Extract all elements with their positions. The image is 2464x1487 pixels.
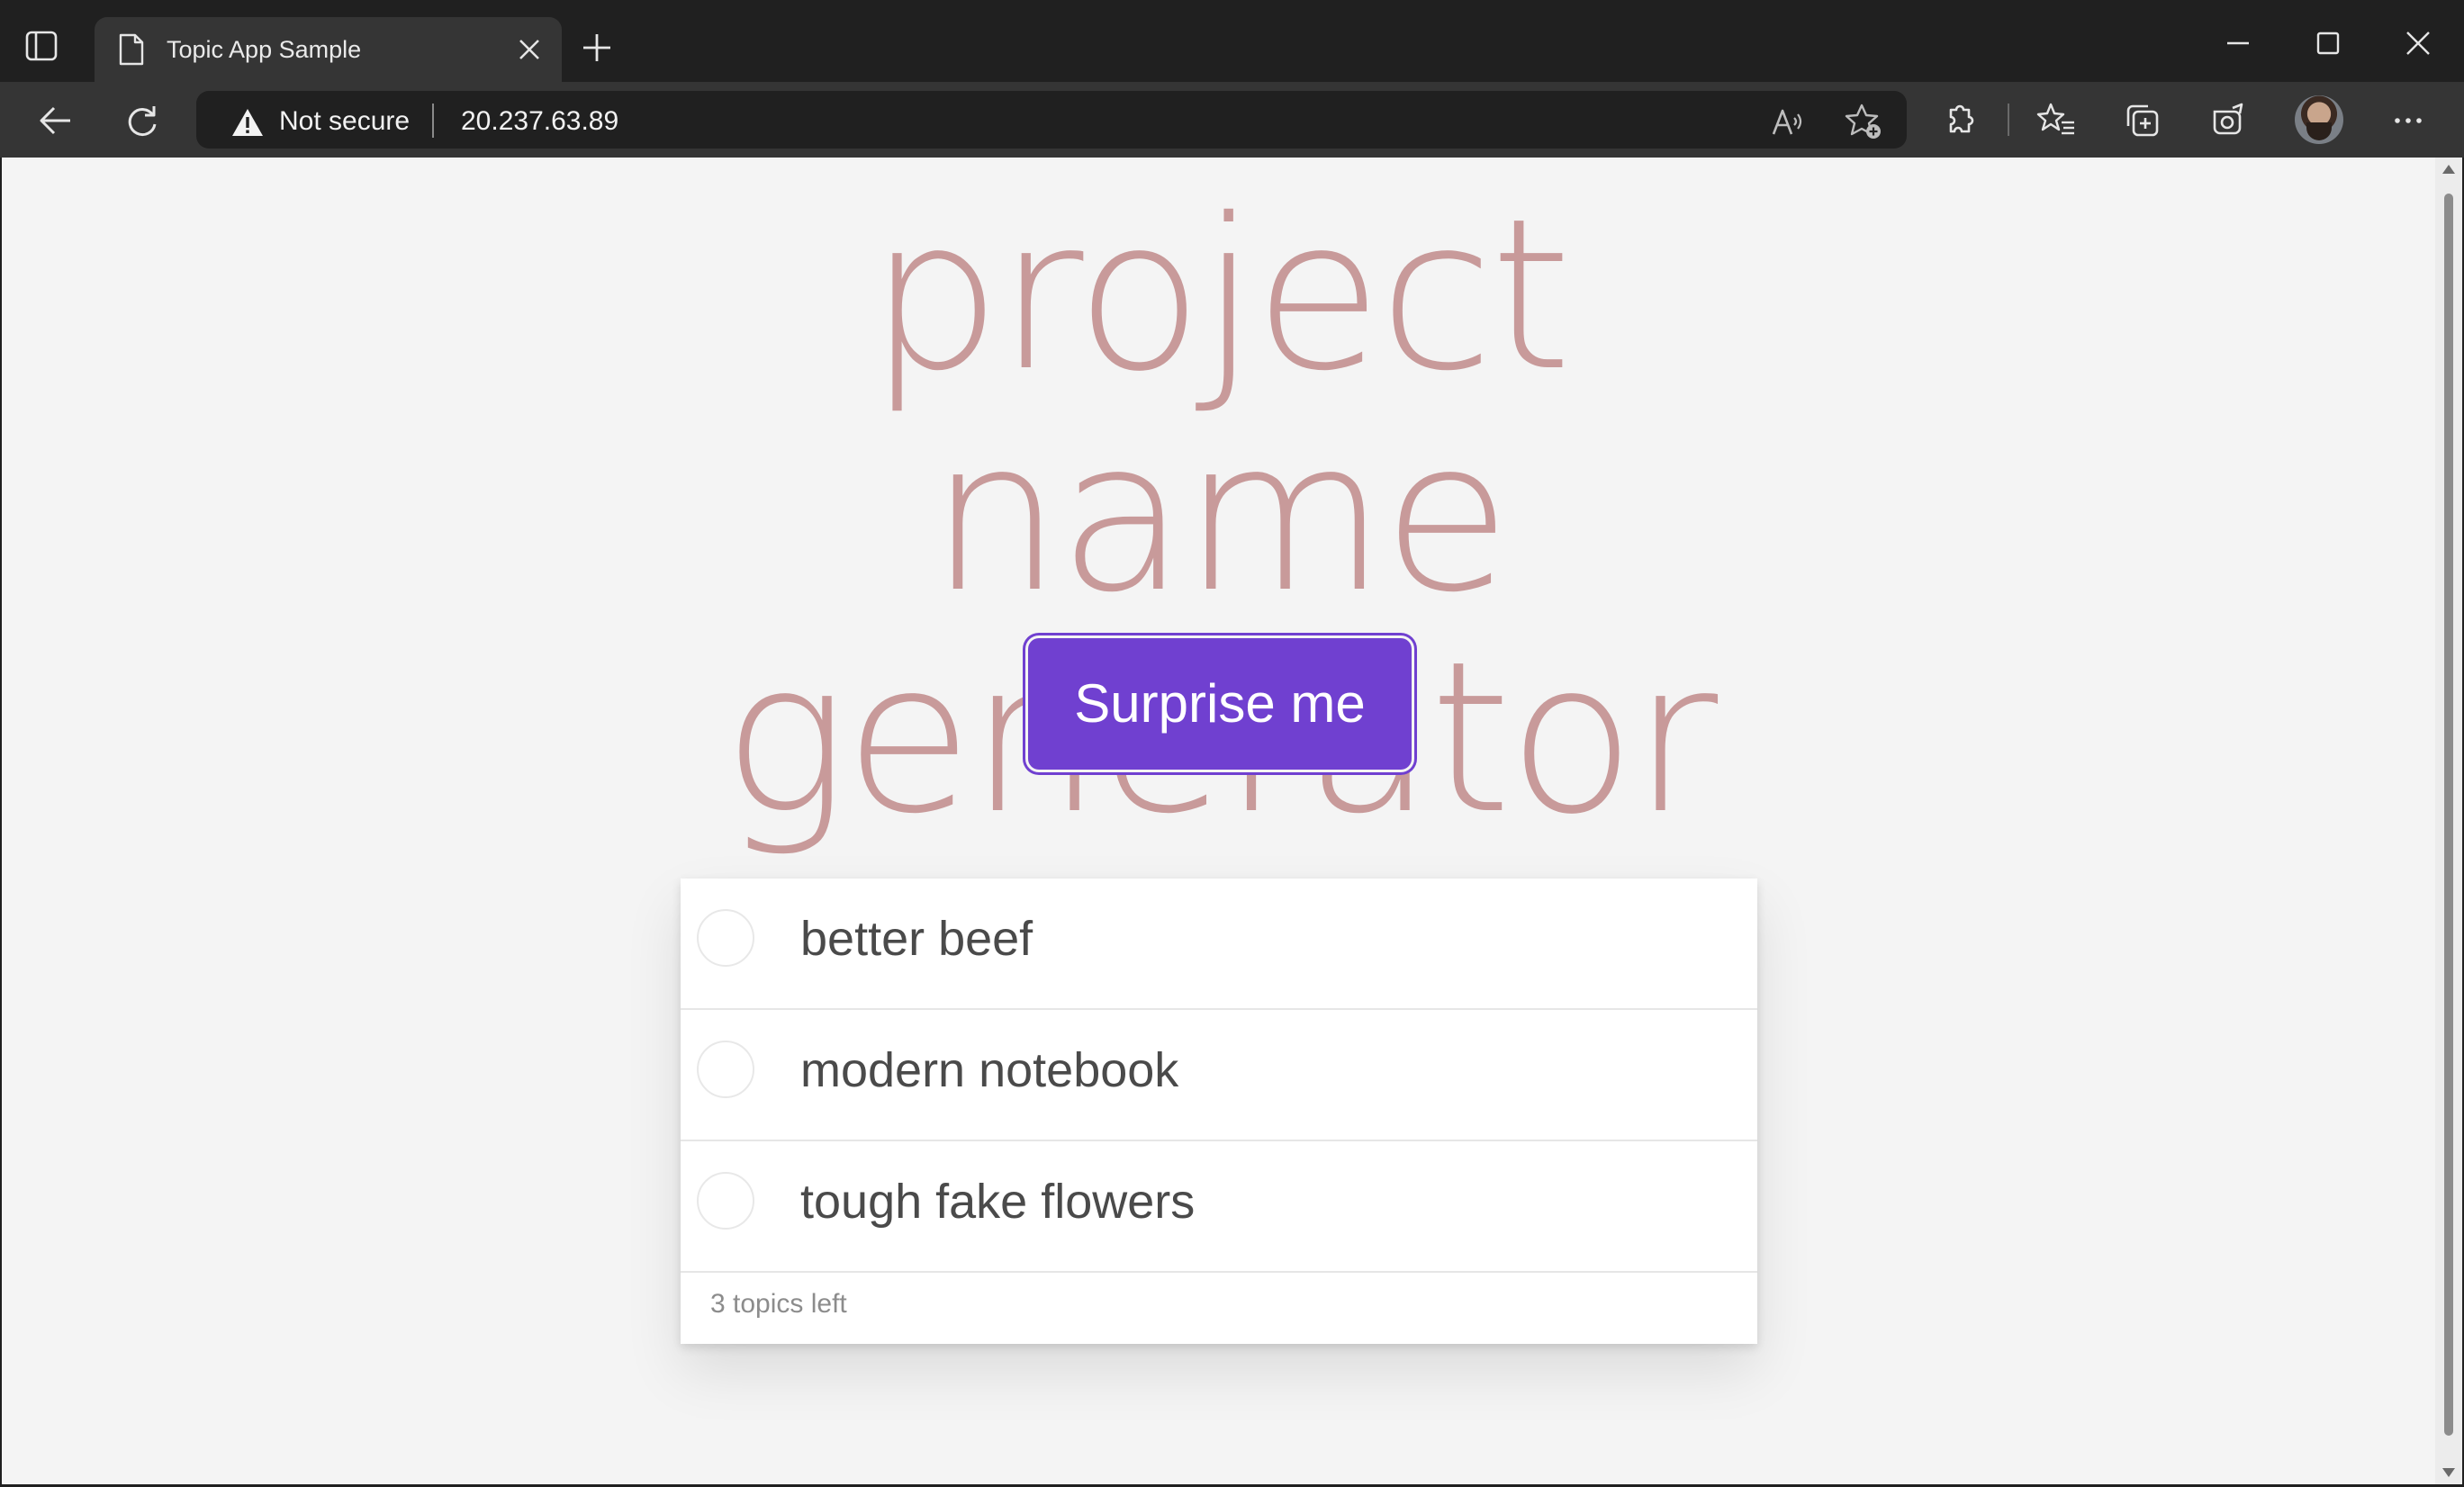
scroll-up-icon[interactable]: [2442, 165, 2455, 174]
tab-topic-app[interactable]: Topic App Sample: [95, 17, 562, 82]
scroll-down-icon[interactable]: [2442, 1468, 2455, 1477]
address-bar[interactable]: Not secure 20.237.63.89: [196, 91, 1907, 149]
more-icon[interactable]: [2387, 99, 2430, 142]
security-label[interactable]: Not secure: [279, 106, 410, 137]
toolbar-divider: [2008, 104, 2009, 136]
window-close-icon[interactable]: [2400, 25, 2436, 61]
warning-icon[interactable]: [230, 107, 265, 138]
close-icon[interactable]: [518, 38, 541, 61]
surprise-me-button[interactable]: Surprise me: [1028, 638, 1412, 770]
collections-icon[interactable]: [2121, 99, 2164, 142]
page-icon: [119, 33, 144, 66]
add-favorite-icon[interactable]: [1844, 102, 1883, 141]
topic-label[interactable]: better beef: [800, 911, 1033, 967]
vertical-scrollbar[interactable]: [2435, 158, 2462, 1484]
topic-list: better beef modern notebook tough fake f…: [681, 879, 1757, 1344]
maximize-icon[interactable]: [2310, 25, 2346, 61]
tab-actions-icon[interactable]: [25, 31, 58, 61]
topic-label[interactable]: modern notebook: [800, 1042, 1178, 1098]
avatar[interactable]: [2295, 95, 2343, 144]
address-divider: [432, 104, 434, 138]
topics-left-count: 3 topics left: [710, 1289, 847, 1319]
back-icon[interactable]: [34, 99, 77, 142]
list-item: better beef: [681, 879, 1757, 1010]
list-item: tough fake flowers: [681, 1141, 1757, 1273]
favorites-icon[interactable]: [2035, 99, 2078, 142]
page-viewport: project name generator Surprise me bette…: [2, 158, 2435, 1484]
browser-toolbar: Not secure 20.237.63.89: [0, 82, 2464, 158]
topic-label[interactable]: tough fake flowers: [800, 1174, 1195, 1230]
topic-checkbox[interactable]: [697, 909, 754, 967]
topic-checkbox[interactable]: [697, 1172, 754, 1230]
tab-title: Topic App Sample: [167, 36, 362, 63]
topic-checkbox[interactable]: [697, 1041, 754, 1098]
plus-icon[interactable]: [582, 32, 612, 63]
extensions-icon[interactable]: [1938, 99, 1981, 142]
scroll-thumb[interactable]: [2444, 194, 2453, 1436]
url-text[interactable]: 20.237.63.89: [461, 106, 618, 137]
copilot-icon[interactable]: [2206, 99, 2249, 142]
title-bar: Topic App Sample: [0, 0, 2464, 82]
minimize-icon[interactable]: [2220, 25, 2256, 61]
list-item: modern notebook: [681, 1010, 1757, 1141]
refresh-icon[interactable]: [121, 99, 164, 142]
read-aloud-icon[interactable]: [1770, 104, 1806, 140]
